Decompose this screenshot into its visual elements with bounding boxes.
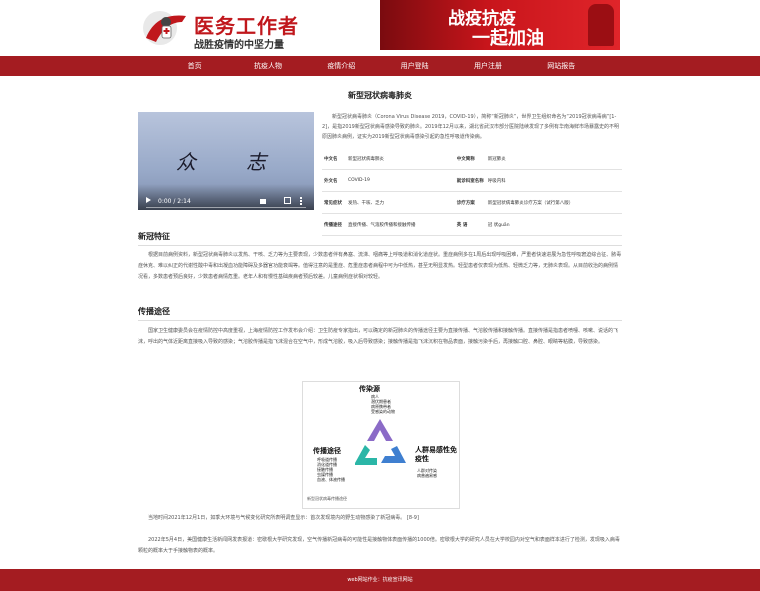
page-title: 新型冠状病毒肺炎 [348, 91, 412, 100]
info-value: 发热、干咳、乏力 [346, 191, 455, 214]
footer-text: web网站作业：抗疫宣讯网站 [347, 577, 413, 583]
figure-label-route: 传播途径 [313, 447, 341, 455]
figure-caption: 新型冠状病毒传播途径 [307, 496, 347, 501]
info-value: 新型冠状病毒肺炎诊疗方案（试行第八版） [485, 191, 622, 214]
site-header: 医务工作者 战胜疫情的中坚力量 战疫抗疫 一起加油 [0, 0, 760, 56]
fist-icon [588, 4, 614, 46]
nav-heroes[interactable]: 抗疫人物 [231, 56, 304, 76]
site-logo[interactable]: 医务工作者 战胜疫情的中坚力量 [140, 4, 300, 52]
logo-title: 医务工作者 [194, 14, 299, 38]
info-key: 中文名 [322, 148, 346, 170]
info-key: 传播途径 [322, 213, 346, 236]
article-intro: 新型冠状病毒肺炎（Corona Virus Disease 2019，COVID… [322, 114, 619, 140]
table-row: 外文名 COVID-19 就诊科室名称 呼吸内科 [322, 169, 622, 192]
info-key: 就诊科室名称 [454, 169, 486, 192]
medic-logo-icon [143, 11, 186, 45]
recycle-triangle-icon [355, 419, 406, 465]
figure-label-host: 人群易感性免疫性 [415, 446, 457, 463]
figure-label-source: 传染源 [359, 385, 380, 393]
nav-register[interactable]: 用户注册 [451, 56, 524, 76]
section-heading-features: 新冠特征 [138, 232, 170, 241]
info-key: 外文名 [322, 169, 346, 192]
para-news-1: 当地时间2021年12月1日，如季大环境与气候变化研究所表明调查显示：首次发现境… [148, 515, 419, 521]
info-key: 英 语 [454, 213, 486, 236]
video-time: 0:00 / 2:14 [158, 198, 191, 205]
figure-source-list: 病人 潜伏期患者 病原携带者 受感染的动物 [371, 394, 395, 414]
para-news-2: 2022年5月4日，美国健康生活新闻网发表报道：密歇根大学研究发现，空气传播新冠… [138, 537, 620, 554]
table-row: 中文名 新型冠状病毒肺炎 中文简称 新冠肺炎 [322, 148, 622, 170]
info-value: 冠 状guān [485, 213, 622, 236]
transmission-figure: 传染源 病人 潜伏期患者 病原携带者 受感染的动物 传播途径 呼吸道传播 消化道… [302, 381, 460, 509]
play-icon[interactable] [146, 197, 151, 203]
info-value: 新型冠状病毒肺炎 [346, 148, 455, 170]
figure-host-list: 人群对传染 病普遍易感 [417, 468, 437, 478]
fullscreen-icon[interactable] [284, 197, 291, 204]
section-divider [138, 245, 622, 246]
table-row: 传播途径 直接传播、气溶胶传播和接触传播 英 语 冠 状guān [322, 213, 622, 236]
logo-subtitle: 战胜疫情的中坚力量 [194, 40, 284, 51]
section-heading-transmission: 传播途径 [138, 307, 170, 316]
video-caption-char1: 众 [176, 150, 196, 174]
list-item: 病普遍易感 [417, 473, 437, 478]
volume-icon[interactable] [260, 199, 266, 204]
info-key: 诊疗方案 [454, 191, 486, 214]
section-divider [138, 320, 622, 321]
video-progress-bar[interactable] [146, 207, 306, 208]
section-features-text: 根据目前病例资料，新型冠状病毒肺炎以发热、干咳、乏力等为主要表现，少数患者伴有鼻… [138, 252, 622, 280]
site-footer: web网站作业：抗疫宣讯网站 [0, 569, 760, 591]
info-value: COVID-19 [346, 169, 455, 192]
video-controls: 0:00 / 2:14 [138, 184, 314, 210]
video-player[interactable]: 众 志 0:00 / 2:14 [138, 112, 314, 210]
nav-login[interactable]: 用户登陆 [378, 56, 451, 76]
list-item: 受感染的动物 [371, 409, 395, 414]
section-transmission-text: 国家卫生健康委员会在疫情防控中高度重视，上海疫情防控工作发布会介绍：卫生防疫专家… [138, 328, 619, 345]
info-value: 呼吸内科 [485, 169, 622, 192]
table-row: 常见症状 发热、干咳、乏力 诊疗方案 新型冠状病毒肺炎诊疗方案（试行第八版） [322, 191, 622, 214]
info-key: 中文简称 [454, 148, 486, 170]
figure-route-list: 呼吸道传播 消化道传播 接触传播 虫媒传播 血液、体液传播 [317, 457, 345, 482]
list-item: 血液、体液传播 [317, 477, 345, 482]
info-value: 直接传播、气溶胶传播和接触传播 [346, 213, 455, 236]
info-value: 新冠肺炎 [485, 148, 622, 170]
header-banner: 战疫抗疫 一起加油 [380, 0, 620, 50]
info-key: 常见症状 [322, 191, 346, 214]
nav-epidemic-intro[interactable]: 疫情介绍 [305, 56, 378, 76]
main-nav: 首页 抗疫人物 疫情介绍 用户登陆 用户注册 网站报告 [0, 56, 760, 76]
info-table: 中文名 新型冠状病毒肺炎 中文简称 新冠肺炎 外文名 COVID-19 就诊科室… [322, 148, 622, 236]
banner-line2: 一起加油 [472, 28, 544, 49]
more-options-icon[interactable] [300, 197, 304, 205]
nav-home[interactable]: 首页 [158, 56, 231, 76]
nav-report[interactable]: 网站报告 [525, 56, 598, 76]
video-caption-char2: 志 [246, 150, 266, 174]
